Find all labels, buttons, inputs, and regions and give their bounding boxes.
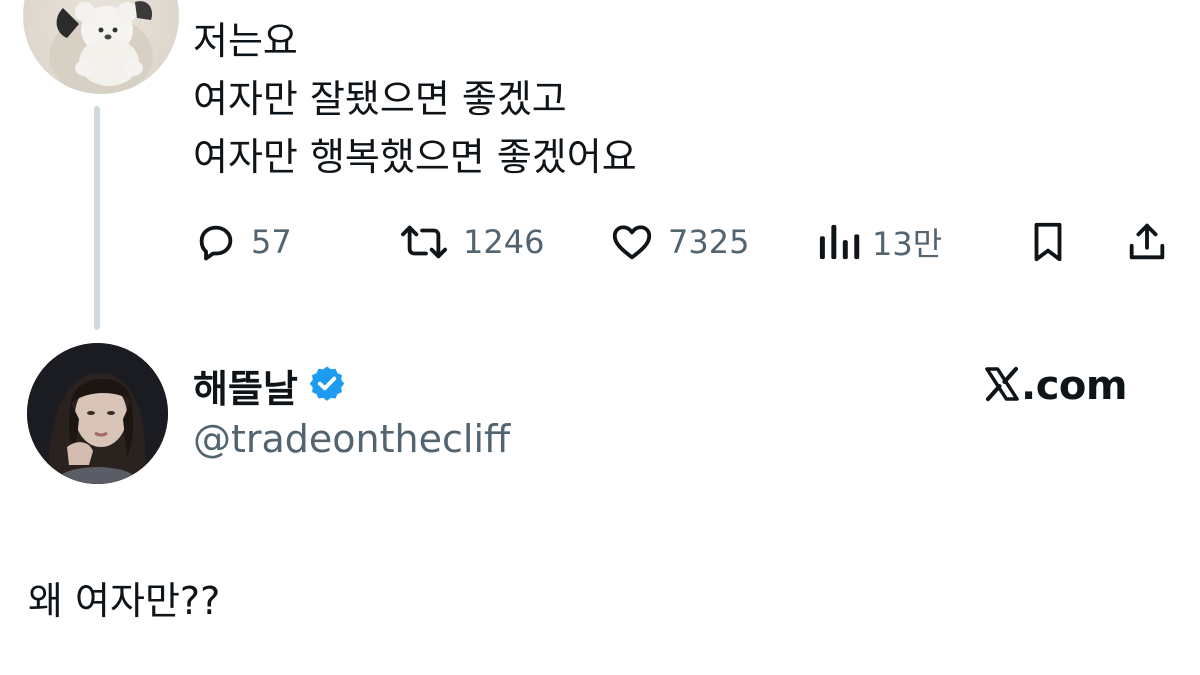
- x-com-text: .com: [1021, 363, 1128, 409]
- share-upload-icon: [1124, 219, 1170, 265]
- heart-icon: [608, 219, 656, 265]
- x-com-watermark: .com: [983, 360, 1128, 412]
- author-name-row: 해뜰날: [193, 357, 346, 413]
- retweet-button[interactable]: 1246: [397, 215, 544, 269]
- views-button[interactable]: 13만: [818, 215, 942, 269]
- reply-tweet-text: 왜 여자만??: [28, 579, 221, 623]
- plush-toy-avatar-image: [49, 1, 153, 94]
- reply-count: 57: [251, 223, 292, 261]
- x-logo-icon: [983, 365, 1021, 407]
- tweet-text-line: 저는요: [193, 19, 298, 63]
- author-name[interactable]: 해뜰날: [193, 358, 298, 413]
- tweet-text-line: 여자만 행복했으면 좋겠어요: [193, 135, 637, 179]
- author-avatar[interactable]: [27, 343, 168, 484]
- tweet-text: 저는요 여자만 잘됐으면 좋겠고 여자만 행복했으면 좋겠어요: [193, 12, 637, 186]
- analytics-bars-icon: [818, 219, 860, 265]
- views-count: 13만: [872, 225, 943, 263]
- profile-photo-avatar-image: [27, 343, 168, 484]
- tweet-avatar[interactable]: [23, 0, 179, 94]
- bookmark-button[interactable]: [1027, 215, 1069, 269]
- reply-icon: [193, 219, 239, 265]
- tweet-action-bar: 57 1246 7325 13만: [0, 215, 1200, 269]
- retweet-count: 1246: [463, 223, 545, 261]
- like-button[interactable]: 7325: [608, 215, 749, 269]
- bookmark-icon: [1027, 219, 1069, 265]
- share-button[interactable]: [1124, 215, 1170, 269]
- reply-button[interactable]: 57: [193, 215, 292, 269]
- tweet-text-line: 여자만 잘됐으면 좋겠고: [193, 77, 567, 121]
- like-count: 7325: [668, 223, 750, 261]
- author-handle[interactable]: @tradeonthecliff: [193, 417, 510, 461]
- retweet-icon: [397, 219, 451, 265]
- verified-badge-icon: [308, 364, 346, 406]
